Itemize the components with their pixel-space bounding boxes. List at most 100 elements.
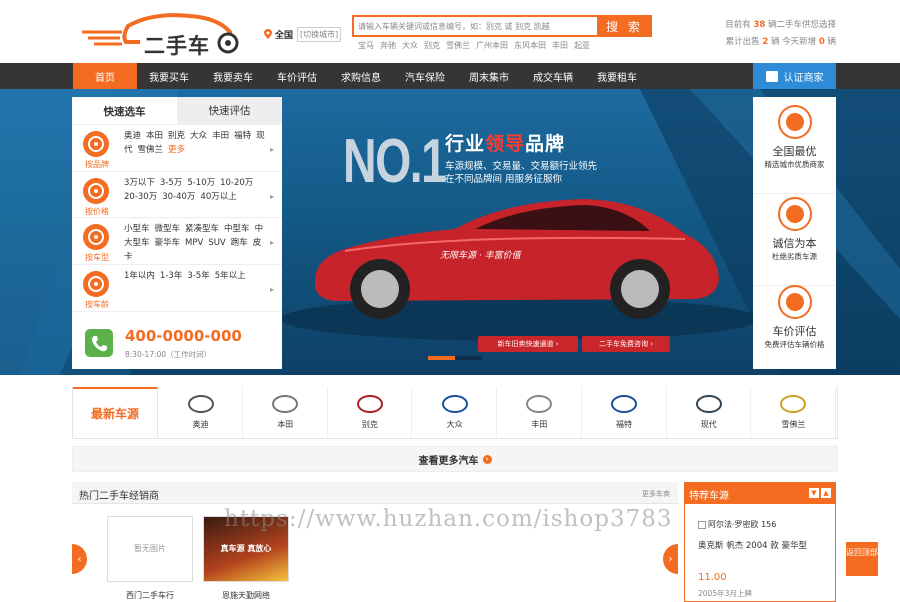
brand-item[interactable]: 福特: [583, 387, 667, 438]
nav-item[interactable]: 车价评估: [265, 63, 329, 89]
hot-tag[interactable]: 别克: [424, 40, 440, 51]
quick-search-link[interactable]: 5-10万: [187, 178, 215, 188]
view-more-cars-button[interactable]: 查看更多汽车 ›: [72, 446, 838, 472]
nav-item[interactable]: 我要租车: [585, 63, 649, 89]
hot-tag[interactable]: 宝马: [358, 40, 374, 51]
dealer-name[interactable]: 西门二手车行: [107, 590, 193, 601]
nav-item[interactable]: 首页: [73, 63, 137, 89]
quick-search-link[interactable]: 跑车: [231, 238, 248, 248]
carousel-dots[interactable]: [428, 356, 482, 360]
quick-search-link[interactable]: 丰田: [212, 131, 229, 141]
quick-search-more-link[interactable]: 更多: [168, 145, 185, 155]
chevron-up-icon[interactable]: ▲: [821, 488, 831, 498]
carousel-dot[interactable]: [428, 356, 455, 360]
quick-search-link[interactable]: 40万以上: [200, 192, 236, 202]
site-logo[interactable]: 二手车: [78, 10, 248, 58]
city-selector[interactable]: 全国 [切换城市]: [264, 24, 342, 44]
tab-quick-search[interactable]: 快速选车: [72, 97, 177, 124]
recommended-checkbox[interactable]: 阿尔法·罗密欧 156: [698, 519, 776, 530]
car-slogan: 无限车源 · 丰富价值: [440, 251, 521, 261]
nav-item[interactable]: 我要卖车: [201, 63, 265, 89]
quick-search-link[interactable]: 10-20万: [220, 178, 253, 188]
service-highlight[interactable]: 诚信为本 杜绝劣质车源: [753, 197, 836, 262]
nav-item[interactable]: 汽车保险: [393, 63, 457, 89]
nav-item[interactable]: 成交车辆: [521, 63, 585, 89]
service-highlights: 全国最优 精选城市优质商家 诚信为本 杜绝劣质车源 车价评估 免费评估车辆价格: [753, 97, 836, 369]
current-city: 全国: [275, 30, 294, 41]
quick-search-link[interactable]: 本田: [146, 131, 163, 141]
brand-item[interactable]: 别克: [328, 387, 413, 438]
hot-tag[interactable]: 大众: [402, 40, 418, 51]
quick-search-link[interactable]: 3-5万: [160, 178, 182, 188]
brand-item[interactable]: 大众: [413, 387, 498, 438]
service-highlight[interactable]: 车价评估 免费评估车辆价格: [753, 285, 836, 350]
carousel-dot[interactable]: [455, 356, 482, 360]
quick-search-link[interactable]: 20-30万: [124, 192, 157, 202]
chevron-down-icon[interactable]: ▼: [809, 488, 819, 498]
dealers-next-arrow[interactable]: ›: [663, 544, 678, 574]
hot-tag[interactable]: 丰田: [552, 40, 568, 51]
back-to-top-button[interactable]: 返回顶部: [846, 542, 878, 576]
hot-tag[interactable]: 奔驰: [380, 40, 396, 51]
quick-search-link[interactable]: SUV: [208, 238, 225, 248]
tab-quick-search[interactable]: 快速评估: [177, 97, 282, 124]
quick-search-link[interactable]: 30-40万: [162, 192, 195, 202]
vw-logo-icon: [440, 393, 470, 415]
dealer-name[interactable]: 恩施天勤网络: [203, 590, 289, 601]
recommended-header: 特荐车源 ▼ ▲: [685, 483, 835, 504]
dealers-prev-arrow[interactable]: ‹: [72, 544, 87, 574]
hotline-hours: 8:30-17:00（工作时间）: [125, 350, 212, 359]
quick-search-link[interactable]: 3万以下: [124, 178, 155, 188]
search-button[interactable]: 搜 索: [597, 15, 652, 37]
main-nav: 首页 我要买车 我要卖车 车价评估 求购信息 汽车保险 周末集市 成交车辆 我要租车 认证商家: [0, 63, 900, 89]
quick-search-links: 1年以内 1-3年 3-5年 5年以上: [124, 269, 269, 283]
quick-search-link[interactable]: 奥迪: [124, 131, 141, 141]
brand-item[interactable]: 本田: [244, 387, 328, 438]
quick-search-link[interactable]: 1年以内: [124, 271, 155, 281]
site-header: 二手车 全国 [切换城市] 请输入车辆关键词或信息编号，如：别克 或 别克 凯越…: [0, 0, 900, 62]
brand-name: 丰田: [531, 420, 548, 429]
quick-search-link[interactable]: 5年以上: [215, 271, 246, 281]
recommended-check-label: 阿尔法·罗密欧 156: [708, 520, 777, 529]
logo-text: 二手车: [144, 34, 210, 58]
quick-search-link[interactable]: 别克: [168, 131, 185, 141]
quick-search-link[interactable]: 1-3年: [160, 271, 182, 281]
banner-pill-fast-track[interactable]: 新车旧卖快速通道 ›: [478, 336, 578, 352]
quick-search-link[interactable]: 3-5年: [187, 271, 209, 281]
location-pin-icon: [264, 29, 272, 39]
quick-search-link[interactable]: 福特: [234, 131, 251, 141]
brand-item[interactable]: 现代: [667, 387, 752, 438]
dealers-more-link[interactable]: 更多车商: [642, 489, 670, 499]
quick-search-link[interactable]: MPV: [185, 238, 203, 248]
nav-item[interactable]: 周末集市: [457, 63, 521, 89]
brand-item[interactable]: 雪佛兰: [752, 387, 836, 438]
hot-tag[interactable]: 雪佛兰: [446, 40, 470, 51]
recommended-car-name[interactable]: 奥克斯 帆杰 2004 款 豪华型: [698, 539, 807, 551]
brand-item[interactable]: 奥迪: [159, 387, 243, 438]
quick-search-link[interactable]: 中型车: [224, 224, 250, 234]
nav-item[interactable]: 我要买车: [137, 63, 201, 89]
quick-search-link[interactable]: 微型车: [155, 224, 181, 234]
brand-name: 本田: [277, 420, 294, 429]
quick-search-tabs: 快速选车 快速评估: [72, 97, 282, 124]
brand-item[interactable]: 丰田: [498, 387, 582, 438]
quick-search-link[interactable]: 大众: [190, 131, 207, 141]
certified-dealer-label: 认证商家: [783, 72, 824, 84]
nav-item[interactable]: 求购信息: [329, 63, 393, 89]
dealer-card[interactable]: 暂无图片: [107, 516, 193, 582]
banner-pill-free-consult[interactable]: 二手车免费咨询 ›: [582, 336, 670, 352]
quick-search-row: 按品牌 奥迪 本田 别克 大众 丰田 福特 现代 雪佛兰 更多 ▸: [72, 124, 282, 171]
quick-search-link[interactable]: 紧凑型车: [185, 224, 219, 234]
hot-tag[interactable]: 起亚: [574, 40, 590, 51]
quick-search-link[interactable]: 雪佛兰: [138, 145, 164, 155]
quick-search-row-label: 按车龄: [85, 300, 109, 309]
search-input[interactable]: 请输入车辆关键词或信息编号，如：别克 或 别克 凯越: [352, 15, 598, 37]
hot-tag[interactable]: 东风本田: [514, 40, 546, 51]
switch-city-link[interactable]: [切换城市]: [297, 26, 342, 42]
quick-search-link[interactable]: 豪华车: [155, 238, 181, 248]
service-highlight[interactable]: 全国最优 精选城市优质商家: [753, 105, 836, 170]
quick-search-link[interactable]: 小型车: [124, 224, 150, 234]
certified-dealer-button[interactable]: 认证商家: [753, 63, 836, 89]
service-highlight-sub: 精选城市优质商家: [764, 160, 825, 169]
hot-tag[interactable]: 广州本田: [476, 40, 508, 51]
